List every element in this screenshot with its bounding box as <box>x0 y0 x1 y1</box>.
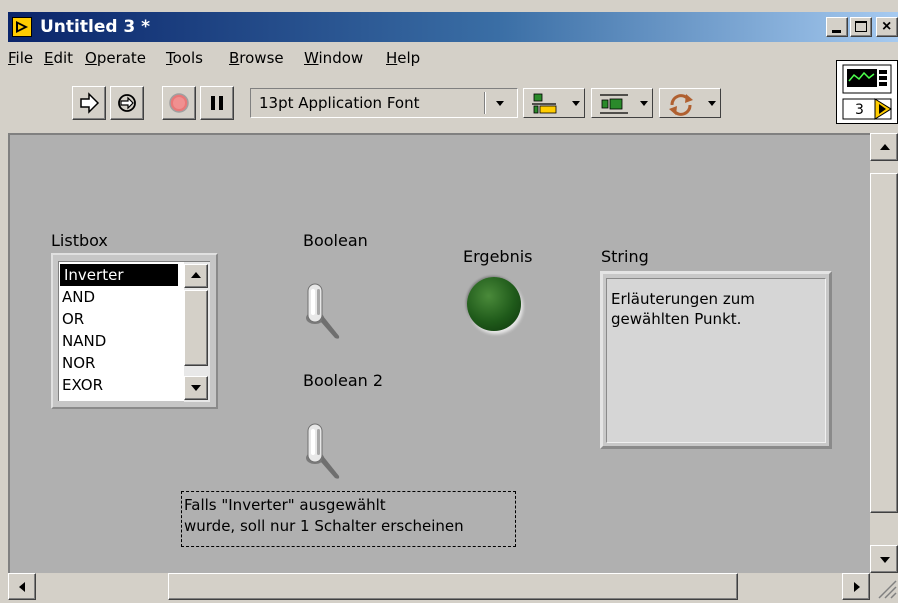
menu-operate[interactable]: Operate <box>85 49 146 67</box>
title-bar[interactable]: Untitled 3 * × <box>8 12 898 42</box>
string-indicator[interactable]: Erläuterungen zum gewählten Punkt. <box>600 271 832 449</box>
menu-tools[interactable]: Tools <box>166 49 203 67</box>
menu-help[interactable]: Help <box>386 49 420 67</box>
listbox-label: Listbox <box>51 231 108 250</box>
arrow-down-icon <box>880 557 890 563</box>
listbox-scrollbar[interactable] <box>184 262 210 402</box>
resize-grip-icon[interactable] <box>870 573 898 600</box>
arrow-down-icon <box>191 385 201 391</box>
align-objects-icon <box>532 93 557 114</box>
scroll-down-button[interactable] <box>870 545 898 573</box>
horizontal-scrollbar[interactable] <box>8 573 870 600</box>
list-item-selected[interactable]: Inverter <box>60 264 178 286</box>
vertical-scrollbar[interactable] <box>870 133 898 573</box>
string-value: Erläuterungen zum gewählten Punkt. <box>611 290 755 328</box>
font-dropdown[interactable]: 13pt Application Font <box>250 88 518 118</box>
toggle-switch-2[interactable] <box>301 420 345 482</box>
listbox-scroll-down-button[interactable] <box>184 376 208 400</box>
vi-connector-icon[interactable]: 3 <box>836 60 898 124</box>
maximize-button[interactable] <box>850 17 872 37</box>
listbox-scroll-thumb[interactable] <box>184 290 208 366</box>
run-arrow-icon <box>80 92 100 114</box>
arrow-right-icon <box>854 582 860 592</box>
boolean-2-label: Boolean 2 <box>303 371 384 390</box>
string-display[interactable]: Erläuterungen zum gewählten Punkt. <box>606 278 826 443</box>
pause-icon <box>211 96 223 110</box>
chevron-down-icon <box>572 101 580 106</box>
font-dropdown-value: 13pt Application Font <box>259 94 420 112</box>
free-label-note[interactable]: Falls "Inverter" ausgewählt wurde, soll … <box>181 491 516 547</box>
close-button[interactable]: × <box>876 17 898 37</box>
vi-icon-number: 3 <box>855 102 864 118</box>
align-objects-dropdown[interactable] <box>523 88 585 118</box>
reorder-icon <box>669 94 693 116</box>
scroll-right-button[interactable] <box>842 573 870 600</box>
menu-edit[interactable]: Edit <box>44 49 73 67</box>
note-line-1: Falls "Inverter" ausgewählt <box>184 496 386 514</box>
minimize-button[interactable] <box>826 17 848 37</box>
window-title: Untitled 3 * <box>40 17 151 37</box>
note-line-2: wurde, soll nur 1 Schalter erscheinen <box>184 517 464 535</box>
menu-file[interactable]: File <box>8 49 33 67</box>
ergebnis-label: Ergebnis <box>463 247 533 266</box>
list-item[interactable]: AND <box>62 286 95 308</box>
arrow-up-icon <box>191 272 201 278</box>
scroll-up-button[interactable] <box>870 133 898 161</box>
maximize-icon <box>855 21 867 32</box>
toggle-switch[interactable] <box>301 280 345 342</box>
run-continuously-icon <box>118 94 136 112</box>
distribute-objects-dropdown[interactable] <box>591 88 653 118</box>
reorder-dropdown[interactable] <box>659 88 721 118</box>
abort-button[interactable] <box>162 86 196 120</box>
minimize-icon <box>832 30 841 33</box>
chevron-down-icon <box>496 101 504 106</box>
list-item[interactable]: NAND <box>62 330 106 352</box>
menu-window[interactable]: Window <box>304 49 363 67</box>
labview-window: Untitled 3 * × File Edit Operate Tools B… <box>0 0 898 600</box>
listbox-scroll-up-button[interactable] <box>184 264 208 288</box>
vertical-scroll-thumb[interactable] <box>870 173 898 513</box>
pause-button[interactable] <box>200 86 234 120</box>
list-item[interactable]: EXOR <box>62 374 103 396</box>
listbox-items-area[interactable]: Inverter AND OR NAND NOR EXOR <box>58 261 210 402</box>
boolean-label: Boolean <box>303 231 368 250</box>
abort-execution-icon <box>169 93 189 113</box>
list-item[interactable]: NOR <box>62 352 95 374</box>
string-label: String <box>601 247 649 266</box>
chevron-down-icon <box>640 101 648 106</box>
chevron-down-icon <box>708 101 716 106</box>
menu-browse[interactable]: Browse <box>229 49 284 67</box>
scroll-left-button[interactable] <box>8 573 36 600</box>
labview-vi-icon <box>12 17 32 37</box>
arrow-up-icon <box>880 144 890 150</box>
distribute-objects-icon <box>600 94 628 114</box>
run-button[interactable] <box>72 86 106 120</box>
ergebnis-led-indicator <box>467 277 521 331</box>
listbox-control[interactable]: Inverter AND OR NAND NOR EXOR <box>51 253 218 409</box>
toolbar: 13pt Application Font <box>8 86 828 126</box>
close-icon: × <box>882 18 892 35</box>
list-item[interactable]: OR <box>62 308 84 330</box>
horizontal-scroll-thumb[interactable] <box>168 573 738 600</box>
run-continuously-button[interactable] <box>110 86 144 120</box>
arrow-left-icon <box>19 582 25 592</box>
